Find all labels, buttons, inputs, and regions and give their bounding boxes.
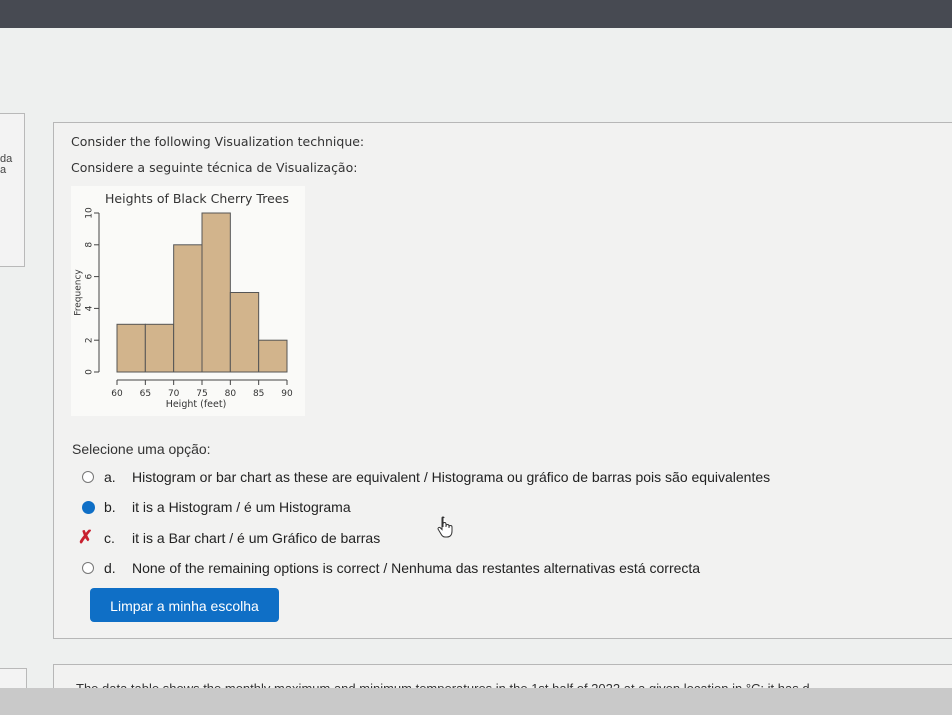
option-letter: b. xyxy=(104,499,116,515)
cross-mark-icon: ✗ xyxy=(78,527,94,547)
x-tick-label: 65 xyxy=(140,389,151,399)
x-tick-label: 85 xyxy=(253,389,264,399)
clear-choice-button[interactable]: Limpar a minha escolha xyxy=(90,588,279,622)
y-tick-label: 10 xyxy=(85,207,95,219)
select-option-label: Selecione uma opção: xyxy=(72,441,211,457)
option-text: it is a Histogram / é um Histograma xyxy=(132,499,351,515)
radio-checked-icon[interactable] xyxy=(82,501,95,514)
histogram-bar xyxy=(173,244,203,373)
y-tick-label: 8 xyxy=(85,242,95,248)
x-tick-label: 75 xyxy=(196,389,207,399)
radio-icon[interactable] xyxy=(82,471,94,483)
histogram-chart: Heights of Black Cherry Trees 60 65 70 75 80 8… xyxy=(71,186,305,416)
x-tick-label: 80 xyxy=(225,389,237,399)
y-axis-label: Frequency xyxy=(74,269,84,316)
histogram-bar xyxy=(229,292,260,373)
x-tick-label: 60 xyxy=(111,389,123,399)
option-text: None of the remaining options is correct… xyxy=(132,560,701,576)
question-card: Consider the following Visualization tec… xyxy=(53,122,952,639)
hand-cursor-icon xyxy=(437,516,453,538)
option-text: it is a Bar chart / é um Gráfico de barr… xyxy=(132,530,381,546)
y-tick-label: 0 xyxy=(85,369,95,375)
histogram-bar xyxy=(144,323,175,373)
option-letter: d. xyxy=(104,560,116,576)
browser-bottom-bar xyxy=(0,688,952,715)
x-tick-label: 90 xyxy=(281,389,293,399)
y-tick-label: 6 xyxy=(85,273,95,279)
question-text-en: Consider the following Visualization tec… xyxy=(71,134,365,149)
histogram-bar xyxy=(116,323,146,373)
option-letter: a. xyxy=(104,469,116,485)
option-text: Histogram or bar chart as these are equi… xyxy=(132,469,771,485)
option-letter: c. xyxy=(104,530,115,546)
quiz-navigation-panel[interactable]: da a xyxy=(0,113,25,267)
browser-top-bar xyxy=(0,0,952,28)
y-tick-label: 4 xyxy=(85,305,95,311)
chart-title: Heights of Black Cherry Trees xyxy=(105,191,289,206)
quiz-navigation-text: da a xyxy=(0,153,13,176)
histogram-bar xyxy=(258,339,288,373)
x-tick-label: 70 xyxy=(168,389,180,399)
y-tick-label: 2 xyxy=(85,337,95,343)
x-axis-label: Height (feet) xyxy=(166,399,227,410)
question-text-pt: Considere a seguinte técnica de Visualiz… xyxy=(71,160,358,175)
radio-icon[interactable] xyxy=(82,562,94,574)
histogram-bar xyxy=(201,212,231,373)
histogram-svg: Heights of Black Cherry Trees60 65 70 75 80 8… xyxy=(74,191,293,410)
